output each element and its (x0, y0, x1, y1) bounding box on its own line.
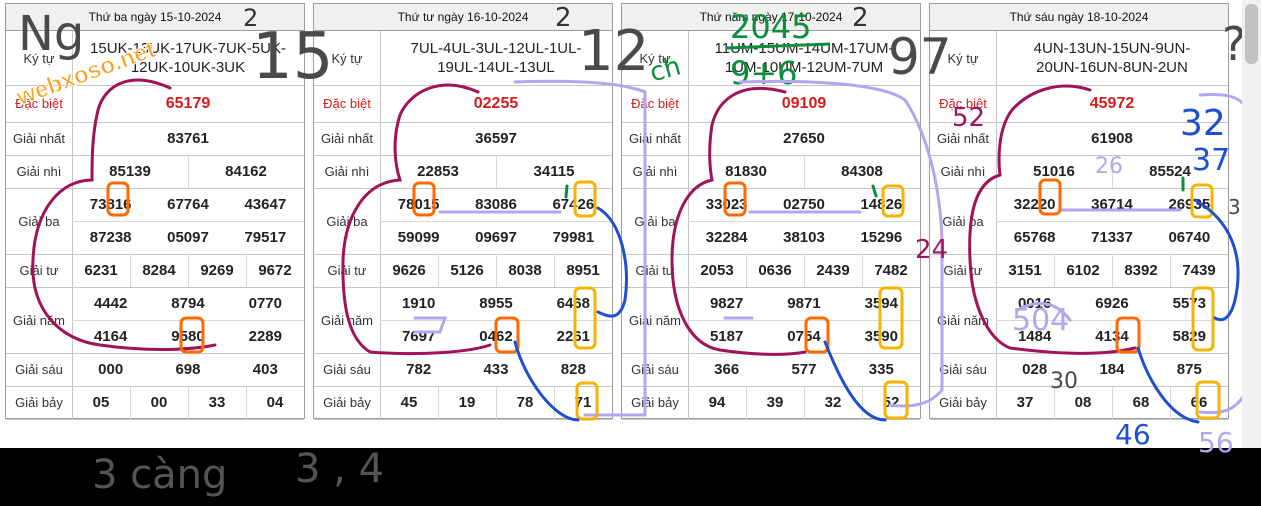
hand-2b: 2 (555, 3, 572, 33)
hand-504: 504 (1012, 303, 1069, 338)
page-scrollbar[interactable] (1242, 0, 1261, 448)
stage: Thứ ba ngày 15-10-2024 Ký tự 15UK-13UK-17U… (0, 0, 1261, 506)
hand-green-ch: ch (647, 51, 684, 88)
hand-2c: 2 (852, 3, 869, 33)
hand-52: 52 (952, 103, 985, 133)
hand-ng: Ng (18, 6, 84, 62)
hand-3-4: 3 , 4 (295, 446, 384, 492)
handwriting-overlay: webxoso.net Ng 2 15 2 12 2 97 ? ch 2045 … (12, 3, 1254, 498)
hand-46: 46 (1115, 418, 1151, 451)
blue-lines (513, 198, 1240, 424)
hand-green-9plus6: 9+6 (730, 54, 798, 92)
green-ticks (564, 176, 1185, 199)
hand-37: 37 (1192, 143, 1230, 178)
yellow-highlights (573, 180, 1221, 421)
hand-15: 15 (252, 20, 333, 94)
hand-12: 12 (578, 19, 649, 84)
scrollbar-thumb[interactable] (1245, 4, 1258, 64)
hand-97: 97 (888, 28, 952, 86)
hand-30b: 30 (1050, 369, 1078, 394)
hand-32: 32 (1180, 103, 1226, 144)
hand-green-2045: 2045 (730, 8, 811, 46)
orange-highlights (106, 178, 1141, 354)
hand-56: 56 (1198, 426, 1234, 459)
hand-26: 26 (1095, 154, 1123, 179)
hand-24: 24 (915, 235, 948, 265)
hand-3-cang: 3 càng (92, 452, 227, 498)
